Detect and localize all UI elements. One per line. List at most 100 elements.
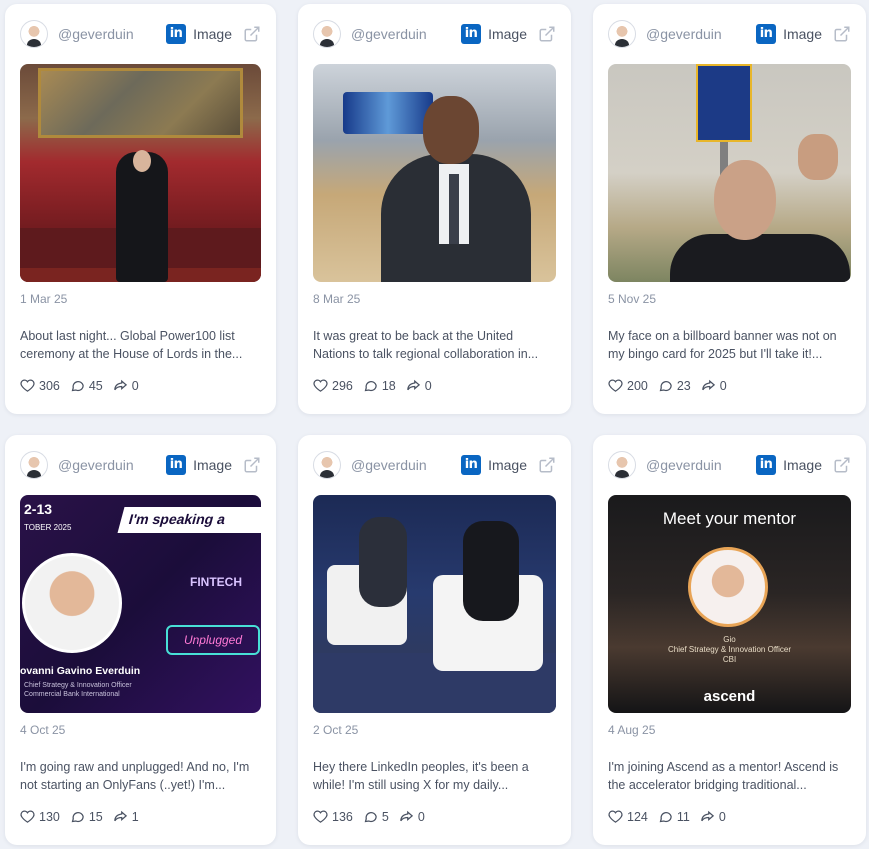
- heart-icon: [20, 379, 35, 392]
- share-icon: [114, 379, 127, 391]
- post-image[interactable]: [608, 64, 851, 282]
- image-dates: 2-13: [24, 501, 53, 517]
- post-type-label: Image: [193, 457, 232, 473]
- card-header: @geverduin in Image: [313, 4, 556, 64]
- comments-count: 23: [676, 378, 691, 393]
- avatar[interactable]: [608, 20, 636, 48]
- author-handle[interactable]: @geverduin: [646, 26, 722, 42]
- post-card[interactable]: @geverduin in Image 1 Mar 25 About last …: [5, 4, 276, 414]
- linkedin-icon: in: [166, 24, 187, 44]
- shares-count: 0: [718, 809, 726, 824]
- post-card[interactable]: @geverduin in Image 2 Oct 25 Hey there L…: [298, 435, 571, 845]
- share-icon: [702, 379, 715, 391]
- external-link-icon[interactable]: [243, 25, 261, 43]
- post-date: 5 Nov 25: [608, 292, 657, 306]
- linkedin-icon: in: [461, 24, 482, 44]
- shares-stat: 0: [701, 378, 727, 393]
- likes-stat: 200: [608, 378, 648, 393]
- post-type-label: Image: [783, 26, 822, 42]
- post-card[interactable]: @geverduin in Image 8 Mar 25 It was grea…: [298, 4, 571, 414]
- share-icon: [114, 810, 127, 822]
- comment-icon: [71, 380, 84, 392]
- post-type-label: Image: [193, 26, 232, 42]
- speaker-portrait: [22, 553, 122, 653]
- comments-stat: 11: [658, 809, 690, 824]
- post-type-label: Image: [783, 457, 822, 473]
- image-mentor-org: CBI: [722, 655, 737, 664]
- external-link-icon[interactable]: [243, 456, 261, 474]
- avatar[interactable]: [20, 20, 48, 48]
- post-stats: 130 15 1: [20, 809, 261, 824]
- post-image[interactable]: Meet your mentor Gio Chief Strategy & Inn…: [608, 495, 851, 713]
- avatar[interactable]: [608, 451, 636, 479]
- heart-icon: [313, 810, 328, 823]
- card-header: @geverduin in Image: [20, 4, 261, 64]
- heart-icon: [608, 379, 623, 392]
- external-link-icon[interactable]: [538, 25, 556, 43]
- post-card[interactable]: @geverduin in Image Meet your mentor Gio…: [593, 435, 866, 845]
- card-header: @geverduin in Image: [608, 4, 851, 64]
- avatar[interactable]: [20, 451, 48, 479]
- comments-count: 45: [88, 378, 103, 393]
- likes-count: 124: [627, 809, 648, 824]
- likes-count: 296: [332, 378, 353, 393]
- card-header: @geverduin in Image: [608, 435, 851, 495]
- post-date: 4 Oct 25: [20, 723, 66, 737]
- likes-stat: 136: [313, 809, 353, 824]
- post-date: 2 Oct 25: [313, 723, 359, 737]
- post-type-label: Image: [488, 26, 527, 42]
- post-stats: 124 11 0: [608, 809, 851, 824]
- image-mentor-role: Chief Strategy & Innovation Officer: [667, 645, 792, 654]
- image-unplugged: Unplugged: [166, 625, 260, 655]
- comments-stat: 23: [658, 378, 691, 393]
- shares-stat: 1: [113, 809, 139, 824]
- post-image[interactable]: [20, 64, 261, 282]
- comments-count: 18: [381, 378, 396, 393]
- image-title: Meet your mentor: [662, 509, 797, 528]
- post-text: About last night... Global Power100 list…: [20, 329, 243, 361]
- mentor-portrait: [688, 547, 768, 627]
- post-card[interactable]: @geverduin in Image 5 Nov 25 My face on …: [593, 4, 866, 414]
- post-text: I'm going raw and unplugged! And no, I'm…: [20, 760, 250, 792]
- author-handle[interactable]: @geverduin: [351, 26, 427, 42]
- likes-count: 130: [39, 809, 60, 824]
- post-card[interactable]: @geverduin in Image 2-13 TOBER 2025 I'm s…: [5, 435, 276, 845]
- author-handle[interactable]: @geverduin: [58, 457, 134, 473]
- linkedin-icon: in: [166, 455, 187, 475]
- shares-count: 0: [424, 378, 432, 393]
- linkedin-icon: in: [756, 455, 777, 475]
- post-stats: 296 18 0: [313, 378, 556, 393]
- comments-stat: 18: [363, 378, 396, 393]
- image-mentor-name: Gio: [723, 635, 736, 644]
- card-header: @geverduin in Image: [313, 435, 556, 495]
- post-date: 8 Mar 25: [313, 292, 361, 306]
- comments-count: 15: [88, 809, 103, 824]
- comments-stat: 15: [70, 809, 103, 824]
- author-handle[interactable]: @geverduin: [646, 457, 722, 473]
- external-link-icon[interactable]: [833, 25, 851, 43]
- post-stats: 200 23 0: [608, 378, 851, 393]
- external-link-icon[interactable]: [833, 456, 851, 474]
- shares-stat: 0: [113, 378, 139, 393]
- image-speaker-org: Commercial Bank International: [24, 691, 120, 698]
- shares-count: 0: [131, 378, 139, 393]
- post-image[interactable]: [313, 64, 556, 282]
- linkedin-icon: in: [756, 24, 777, 44]
- post-image[interactable]: [313, 495, 556, 713]
- author-handle[interactable]: @geverduin: [58, 26, 134, 42]
- avatar[interactable]: [313, 20, 341, 48]
- shares-stat: 0: [406, 378, 432, 393]
- heart-icon: [20, 810, 35, 823]
- likes-stat: 124: [608, 809, 648, 824]
- comment-icon: [364, 380, 377, 392]
- post-text: It was great to be back at the United Na…: [313, 329, 539, 361]
- external-link-icon[interactable]: [538, 456, 556, 474]
- post-image[interactable]: 2-13 TOBER 2025 I'm speaking a FINTECH Un…: [20, 495, 261, 713]
- author-handle[interactable]: @geverduin: [351, 457, 427, 473]
- post-grid: @geverduin in Image 1 Mar 25 About last …: [5, 4, 866, 845]
- comments-count: 5: [381, 809, 389, 824]
- avatar[interactable]: [313, 451, 341, 479]
- post-type-label: Image: [488, 457, 527, 473]
- post-date: 1 Mar 25: [20, 292, 68, 306]
- heart-icon: [608, 810, 623, 823]
